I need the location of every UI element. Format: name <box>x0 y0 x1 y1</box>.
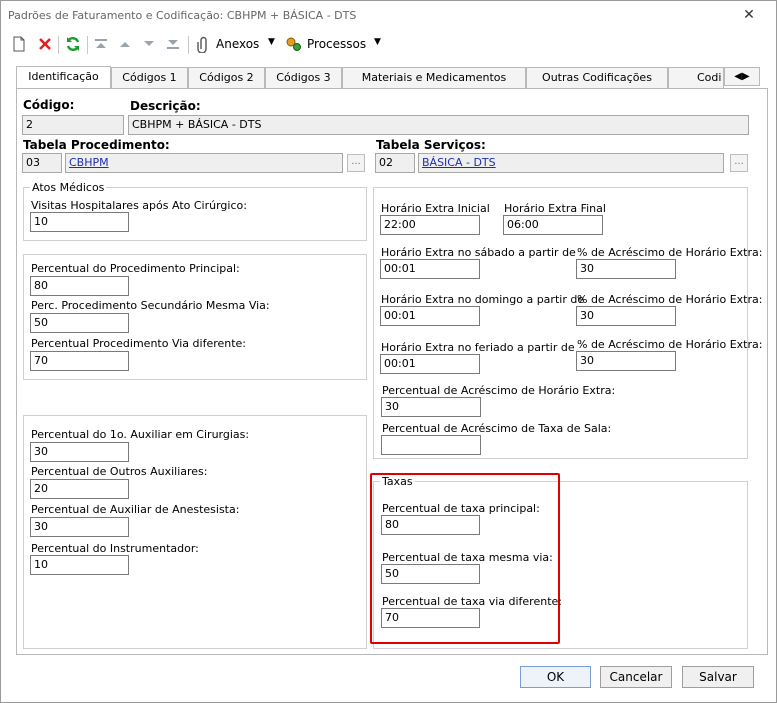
horario-final-label: Horário Extra Final <box>504 202 606 215</box>
perc-principal-label: Percentual do Procedimento Principal: <box>31 262 240 275</box>
perc-via-diferente-label: Percentual Procedimento Via diferente: <box>31 337 247 350</box>
perc-secundario-field[interactable]: 50 <box>30 313 129 333</box>
processes-dropdown-icon[interactable]: ▼ <box>374 37 381 47</box>
feriado-label: Horário Extra no feriado a partir de <box>381 341 575 354</box>
sabado-label: Horário Extra no sábado a partir de <box>381 246 576 259</box>
perc-secundario-label: Perc. Procedimento Secundário Mesma Via: <box>31 299 270 312</box>
window-title: Padrões de Faturamento e Codificação: CB… <box>8 9 357 22</box>
tabela-servicos-lookup-button[interactable]: ... <box>730 154 748 172</box>
descricao-field[interactable]: CBHPM + BÁSICA - DTS <box>128 115 749 135</box>
tabela-procedimento-label: Tabela Procedimento: <box>23 138 170 152</box>
cancel-button[interactable]: Cancelar <box>600 666 672 688</box>
tab-outras-codificacoes[interactable]: Outras Codificações <box>526 67 668 88</box>
tabela-procedimento-link[interactable]: CBHPM <box>69 156 109 169</box>
outros-auxiliares-label: Percentual de Outros Auxiliares: <box>31 465 208 478</box>
first-record-icon[interactable] <box>93 35 109 55</box>
domingo-pct-label: % de Acréscimo de Horário Extra: <box>577 293 763 306</box>
last-record-icon[interactable] <box>165 35 181 55</box>
tab-scroll-right-icon[interactable]: ▶ <box>742 71 750 82</box>
tabela-servicos-link[interactable]: BÁSICA - DTS <box>422 156 496 169</box>
horario-inicial-label: Horário Extra Inicial <box>381 202 490 215</box>
acrescimo-horario-field[interactable]: 30 <box>381 397 481 417</box>
codigo-field[interactable]: 2 <box>22 115 124 135</box>
tab-scroll-left-icon[interactable]: ◀ <box>734 71 742 82</box>
aux1-label: Percentual do 1o. Auxiliar em Cirurgias: <box>31 428 250 441</box>
perc-via-diferente-field[interactable]: 70 <box>30 351 129 371</box>
perc-principal-field[interactable]: 80 <box>30 276 129 296</box>
taxa-mesma-via-field[interactable]: 50 <box>381 564 480 584</box>
descricao-label: Descrição: <box>130 99 201 113</box>
sabado-pct-label: % de Acréscimo de Horário Extra: <box>577 246 763 259</box>
refresh-icon[interactable] <box>64 35 82 55</box>
taxa-via-diferente-label: Percentual de taxa via diferente: <box>382 595 562 608</box>
tab-scroll-buttons[interactable]: ◀▶ <box>724 67 760 86</box>
sabado-field[interactable]: 00:01 <box>380 259 480 279</box>
save-button[interactable]: Salvar <box>682 666 754 688</box>
tab-codigos-1[interactable]: Códigos 1 <box>111 67 188 88</box>
tab-codificacoes-partial[interactable]: Codi <box>668 67 724 88</box>
domingo-pct-field[interactable]: 30 <box>576 306 676 326</box>
feriado-field[interactable]: 00:01 <box>380 354 480 374</box>
taxa-principal-label: Percentual de taxa principal: <box>382 502 540 515</box>
visitas-field[interactable]: 10 <box>30 212 129 232</box>
horario-inicial-field[interactable]: 22:00 <box>380 215 480 235</box>
title-bar: Padrões de Faturamento e Codificação: CB… <box>1 1 776 31</box>
next-record-icon[interactable] <box>141 35 157 55</box>
visitas-label: Visitas Hospitalares após Ato Cirúrgico: <box>31 199 247 212</box>
taxa-via-diferente-field[interactable]: 70 <box>381 608 480 628</box>
dialog-window: Padrões de Faturamento e Codificação: CB… <box>0 0 777 703</box>
tab-codigos-3[interactable]: Códigos 3 <box>265 67 342 88</box>
feriado-pct-field[interactable]: 30 <box>576 351 676 371</box>
tabela-servicos-label: Tabela Serviços: <box>376 138 486 152</box>
processes-menu[interactable]: Processos <box>307 37 366 51</box>
close-icon[interactable]: ✕ <box>741 7 757 23</box>
instrumentador-label: Percentual do Instrumentador: <box>31 542 199 555</box>
tabela-procedimento-name-field[interactable]: CBHPM <box>65 153 343 173</box>
taxa-mesma-via-label: Percentual de taxa mesma via: <box>382 551 553 564</box>
atos-medicos-title: Atos Médicos <box>30 181 107 194</box>
delete-icon[interactable] <box>37 35 53 55</box>
instrumentador-field[interactable]: 10 <box>30 555 129 575</box>
processes-icon[interactable] <box>285 35 303 55</box>
tab-bar: Identificação Códigos 1 Códigos 2 Código… <box>16 66 768 89</box>
tabela-procedimento-code-field[interactable]: 03 <box>22 153 62 173</box>
ok-button[interactable]: OK <box>520 666 591 688</box>
taxa-sala-field[interactable] <box>381 435 481 455</box>
attachments-dropdown-icon[interactable]: ▼ <box>268 37 275 47</box>
tabela-servicos-code-field[interactable]: 02 <box>375 153 415 173</box>
aux-anestesista-label: Percentual de Auxiliar de Anestesista: <box>31 503 240 516</box>
tabela-procedimento-lookup-button[interactable]: ... <box>347 154 365 172</box>
aux1-field[interactable]: 30 <box>30 442 129 462</box>
new-document-icon[interactable] <box>11 35 27 55</box>
sabado-pct-field[interactable]: 30 <box>576 259 676 279</box>
horario-final-field[interactable]: 06:00 <box>503 215 603 235</box>
previous-record-icon[interactable] <box>117 35 133 55</box>
taxa-principal-field[interactable]: 80 <box>381 515 480 535</box>
taxa-sala-label: Percentual de Acréscimo de Taxa de Sala: <box>382 422 612 435</box>
feriado-pct-label: % de Acréscimo de Horário Extra: <box>577 338 763 351</box>
tab-materiais-medicamentos[interactable]: Materiais e Medicamentos <box>342 67 526 88</box>
aux-anestesista-field[interactable]: 30 <box>30 517 129 537</box>
tabela-servicos-name-field[interactable]: BÁSICA - DTS <box>418 153 724 173</box>
toolbar: Anexos ▼ Processos ▼ <box>7 33 767 57</box>
outros-auxiliares-field[interactable]: 20 <box>30 479 129 499</box>
paperclip-icon[interactable] <box>195 35 211 55</box>
acrescimo-horario-label: Percentual de Acréscimo de Horário Extra… <box>382 384 616 397</box>
domingo-field[interactable]: 00:01 <box>380 306 480 326</box>
tab-identificacao[interactable]: Identificação <box>16 66 111 88</box>
codigo-label: Código: <box>23 98 75 112</box>
domingo-label: Horário Extra no domingo a partir de <box>381 293 585 306</box>
tab-codigos-2[interactable]: Códigos 2 <box>188 67 265 88</box>
attachments-menu[interactable]: Anexos <box>216 37 259 51</box>
